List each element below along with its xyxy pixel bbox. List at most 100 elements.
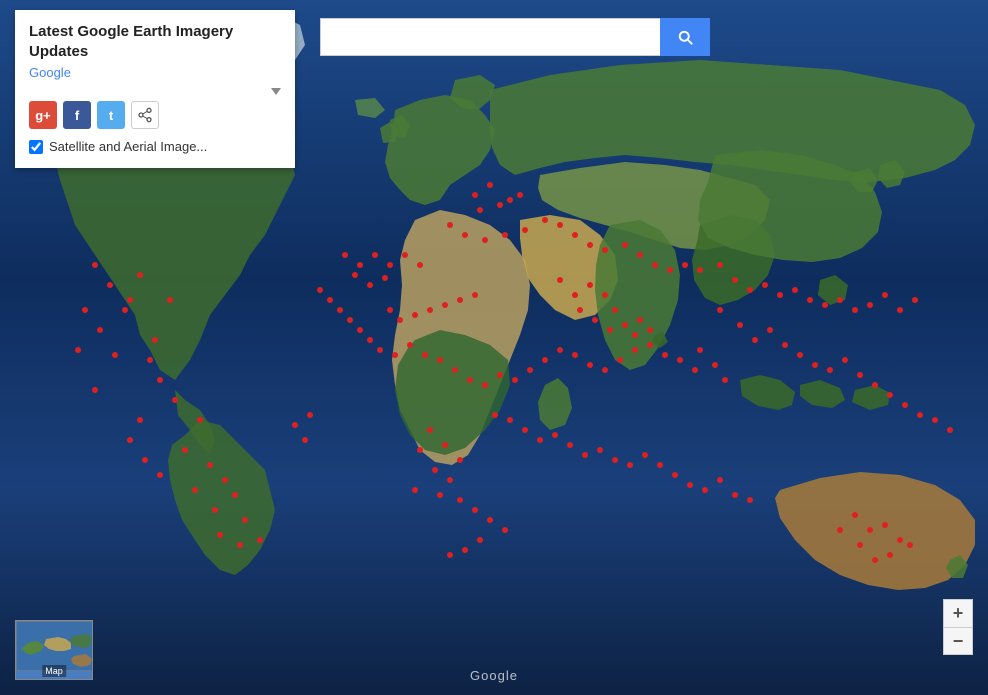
location-dot[interactable]	[467, 377, 473, 383]
location-dot[interactable]	[572, 232, 578, 238]
location-dot[interactable]	[597, 447, 603, 453]
location-dot[interactable]	[172, 397, 178, 403]
location-dot[interactable]	[812, 362, 818, 368]
location-dot[interactable]	[477, 207, 483, 213]
location-dot[interactable]	[557, 347, 563, 353]
location-dot[interactable]	[492, 412, 498, 418]
location-dot[interactable]	[687, 482, 693, 488]
location-dot[interactable]	[602, 367, 608, 373]
location-dot[interactable]	[357, 262, 363, 268]
location-dot[interactable]	[872, 557, 878, 563]
location-dot[interactable]	[302, 437, 308, 443]
location-dot[interactable]	[587, 362, 593, 368]
location-dot[interactable]	[92, 262, 98, 268]
location-dot[interactable]	[517, 192, 523, 198]
location-dot[interactable]	[852, 307, 858, 313]
location-dot[interactable]	[632, 347, 638, 353]
location-dot[interactable]	[412, 487, 418, 493]
location-dot[interactable]	[507, 197, 513, 203]
location-dot[interactable]	[897, 537, 903, 543]
location-dot[interactable]	[407, 342, 413, 348]
location-dot[interactable]	[447, 222, 453, 228]
location-dot[interactable]	[617, 357, 623, 363]
location-dot[interactable]	[902, 402, 908, 408]
location-dot[interactable]	[82, 307, 88, 313]
location-dot[interactable]	[682, 262, 688, 268]
location-dot[interactable]	[637, 252, 643, 258]
location-dot[interactable]	[587, 242, 593, 248]
layer-checkbox[interactable]	[29, 140, 43, 154]
location-dot[interactable]	[397, 317, 403, 323]
location-dot[interactable]	[612, 307, 618, 313]
location-dot[interactable]	[327, 297, 333, 303]
location-dot[interactable]	[437, 492, 443, 498]
location-dot[interactable]	[527, 367, 533, 373]
twitter-button[interactable]: t	[97, 101, 125, 129]
location-dot[interactable]	[337, 307, 343, 313]
location-dot[interactable]	[122, 307, 128, 313]
location-dot[interactable]	[92, 387, 98, 393]
google-plus-button[interactable]: g+	[29, 101, 57, 129]
location-dot[interactable]	[142, 457, 148, 463]
location-dot[interactable]	[632, 332, 638, 338]
location-dot[interactable]	[442, 302, 448, 308]
location-dot[interactable]	[747, 497, 753, 503]
location-dot[interactable]	[917, 412, 923, 418]
location-dot[interactable]	[777, 292, 783, 298]
location-dot[interactable]	[377, 347, 383, 353]
location-dot[interactable]	[412, 312, 418, 318]
location-dot[interactable]	[912, 297, 918, 303]
location-dot[interactable]	[702, 487, 708, 493]
location-dot[interactable]	[137, 272, 143, 278]
location-dot[interactable]	[75, 347, 81, 353]
location-dot[interactable]	[292, 422, 298, 428]
location-dot[interactable]	[932, 417, 938, 423]
location-dot[interactable]	[592, 317, 598, 323]
location-dot[interactable]	[822, 302, 828, 308]
search-bar[interactable]	[320, 18, 710, 56]
share-button[interactable]	[131, 101, 159, 129]
location-dot[interactable]	[567, 442, 573, 448]
location-dot[interactable]	[457, 457, 463, 463]
location-dot[interactable]	[167, 297, 173, 303]
location-dot[interactable]	[452, 367, 458, 373]
location-dot[interactable]	[602, 247, 608, 253]
location-dot[interactable]	[732, 277, 738, 283]
location-dot[interactable]	[732, 492, 738, 498]
location-dot[interactable]	[152, 337, 158, 343]
location-dot[interactable]	[542, 357, 548, 363]
mini-map[interactable]: Map	[15, 620, 93, 680]
location-dot[interactable]	[572, 292, 578, 298]
location-dot[interactable]	[722, 377, 728, 383]
location-dot[interactable]	[342, 252, 348, 258]
location-dot[interactable]	[457, 497, 463, 503]
location-dot[interactable]	[797, 352, 803, 358]
location-dot[interactable]	[627, 462, 633, 468]
location-dot[interactable]	[882, 292, 888, 298]
location-dot[interactable]	[347, 317, 353, 323]
location-dot[interactable]	[887, 552, 893, 558]
location-dot[interactable]	[537, 437, 543, 443]
location-dot[interactable]	[552, 432, 558, 438]
location-dot[interactable]	[857, 542, 863, 548]
location-dot[interactable]	[472, 292, 478, 298]
location-dot[interactable]	[792, 287, 798, 293]
location-dot[interactable]	[827, 367, 833, 373]
zoom-in-button[interactable]: +	[943, 599, 973, 627]
location-dot[interactable]	[212, 507, 218, 513]
location-dot[interactable]	[852, 512, 858, 518]
location-dot[interactable]	[257, 537, 263, 543]
location-dot[interactable]	[612, 457, 618, 463]
location-dot[interactable]	[507, 417, 513, 423]
location-dot[interactable]	[502, 527, 508, 533]
location-dot[interactable]	[367, 282, 373, 288]
location-dot[interactable]	[717, 477, 723, 483]
location-dot[interactable]	[482, 237, 488, 243]
location-dot[interactable]	[442, 442, 448, 448]
location-dot[interactable]	[762, 282, 768, 288]
location-dot[interactable]	[512, 377, 518, 383]
location-dot[interactable]	[387, 262, 393, 268]
location-dot[interactable]	[487, 182, 493, 188]
location-dot[interactable]	[192, 487, 198, 493]
location-dot[interactable]	[662, 352, 668, 358]
